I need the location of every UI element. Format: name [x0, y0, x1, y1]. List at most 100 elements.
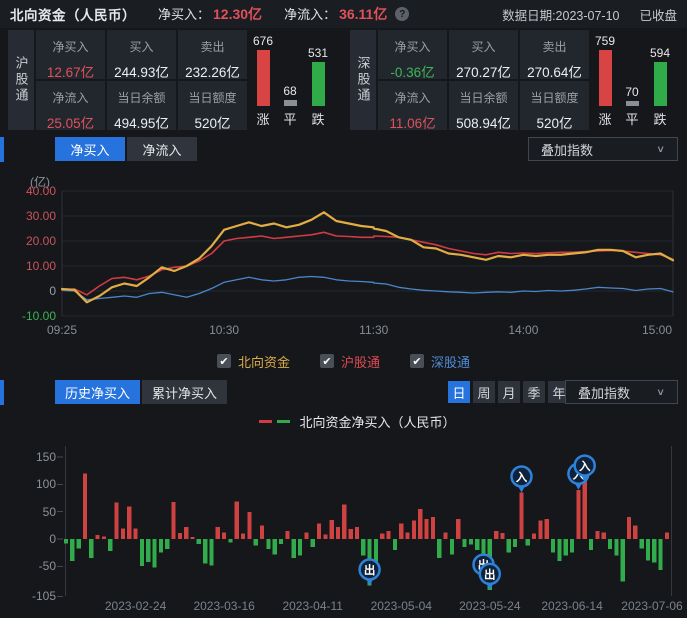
- overlay-index-label: 叠加指数: [541, 140, 593, 159]
- inflow-signal-pin: 入: [512, 467, 532, 493]
- svg-text:入: 入: [516, 471, 528, 484]
- header-bar: 北向资金（人民币） 净买入： 12.30亿 净流入： 36.11亿 ? 数据日期…: [0, 0, 687, 28]
- stat-cell: 净买入12.67亿: [36, 30, 105, 79]
- intraday-line-chart: (亿) 40.0030.0020.0010.000-10.0009:2510:3…: [0, 163, 687, 345]
- unchanged-bar: [284, 100, 297, 106]
- x-axis-tick-label: 11:30: [359, 323, 388, 337]
- x-axis-tick-label: 2023-05-04: [371, 599, 432, 613]
- stat-cell: 买入244.93亿: [107, 30, 176, 79]
- y-axis-tick-label: 30.00: [6, 209, 56, 223]
- x-axis-tick-label: 2023-03-16: [193, 599, 254, 613]
- stat-cell: 卖出232.26亿: [178, 30, 247, 79]
- line-chart-svg: [0, 163, 687, 345]
- period-week-button[interactable]: 周: [473, 381, 495, 403]
- overlay-index-label: 叠加指数: [578, 383, 630, 402]
- advancers-group: 759涨: [591, 30, 619, 126]
- net-buy-label: 净买入：: [158, 4, 210, 23]
- x-axis-tick-label: 14:00: [508, 323, 538, 337]
- shen-connect-tab-label: 深股通: [350, 30, 376, 130]
- help-icon[interactable]: ?: [395, 7, 409, 21]
- svg-text:出: 出: [484, 567, 496, 581]
- x-axis-tick-label: 15:00: [642, 323, 672, 337]
- bar-chart-svg: 出出出入入入: [0, 430, 687, 618]
- shen-advance-decline-chart: 759涨 70平 594跌: [589, 30, 684, 130]
- checkbox-checked-icon[interactable]: ✔: [217, 354, 231, 368]
- net-inflow-label: 净流入：: [284, 4, 336, 23]
- market-status: 已收盘: [639, 5, 677, 24]
- advancers-bar: [599, 50, 612, 106]
- tab-net-inflow[interactable]: 净流入: [127, 137, 197, 161]
- stat-cell: 当日余额508.94亿: [449, 81, 518, 130]
- y-axis-tick-label: 10.00: [6, 259, 56, 273]
- accent-bar: [0, 380, 4, 405]
- stat-cell: 净买入-0.36亿: [378, 30, 447, 79]
- unchanged-bar: [626, 101, 639, 106]
- x-axis-tick-label: 2023-05-24: [459, 599, 520, 613]
- stat-cell: 买入270.27亿: [449, 30, 518, 79]
- y-axis-tick-label: 100: [6, 477, 56, 491]
- y-axis-tick-label: 0: [6, 532, 56, 546]
- hu-connect-panel: 沪股通 净买入12.67亿 买入244.93亿 卖出232.26亿 净流入25.…: [8, 30, 342, 130]
- period-quarter-button[interactable]: 季: [523, 381, 545, 403]
- tab-net-buy[interactable]: 净买入: [55, 137, 125, 161]
- data-date: 数据日期:2023-07-10: [502, 5, 619, 24]
- outflow-signal-pin: 出: [360, 560, 380, 586]
- tab-cumulative-net-buy[interactable]: 累计净买入: [142, 380, 227, 404]
- hu-connect-tab-label: 沪股通: [8, 30, 34, 130]
- stat-cell: 当日额度520亿: [520, 81, 589, 130]
- x-axis-tick-label: 09:25: [47, 323, 77, 337]
- advancers-group: 676涨: [249, 30, 277, 126]
- checkbox-north-capital[interactable]: ✔ 北向资金: [217, 352, 290, 371]
- stat-cell: 卖出270.64亿: [520, 30, 589, 79]
- unchanged-group: 70平: [618, 30, 646, 126]
- y-axis-tick-label: 0: [6, 284, 56, 298]
- net-buy-stat: 净买入： 12.30亿: [158, 4, 262, 24]
- chevron-down-icon: ∨: [656, 386, 665, 397]
- advancers-bar: [257, 50, 270, 106]
- checkbox-label: 北向资金: [238, 352, 290, 371]
- net-inflow-stat: 净流入： 36.11亿: [284, 4, 387, 24]
- y-axis-tick-label: 150: [6, 450, 56, 464]
- x-axis-tick-label: 10:30: [209, 323, 239, 337]
- y-axis-tick-label: -105: [6, 589, 56, 603]
- series-legend-row: ✔ 北向资金 ✔ 沪股通 ✔ 深股通: [0, 348, 687, 374]
- decliners-group: 531跌: [304, 30, 332, 126]
- x-axis-tick-label: 2023-07-06: [621, 599, 682, 613]
- stat-cell: 当日余额494.95亿: [107, 81, 176, 130]
- net-buy-value: 12.30亿: [213, 4, 262, 24]
- checkbox-checked-icon[interactable]: ✔: [410, 354, 424, 368]
- checkbox-label: 深股通: [431, 352, 470, 371]
- unchanged-group: 68平: [276, 30, 304, 126]
- accent-bar: [0, 137, 4, 162]
- period-day-button[interactable]: 日: [448, 381, 470, 403]
- x-axis-tick-label: 2023-04-11: [282, 599, 343, 613]
- checkbox-checked-icon[interactable]: ✔: [320, 354, 334, 368]
- x-axis-tick-label: 2023-02-24: [105, 599, 166, 613]
- stat-cell: 净流入25.05亿: [36, 81, 105, 130]
- checkbox-hu-connect[interactable]: ✔ 沪股通: [320, 352, 380, 371]
- green-dash-icon: [277, 420, 290, 423]
- y-axis-tick-label: -50: [6, 559, 56, 573]
- page-title: 北向资金（人民币）: [10, 4, 136, 24]
- overlay-index-select[interactable]: 叠加指数 ∨: [565, 380, 678, 404]
- checkbox-shen-connect[interactable]: ✔ 深股通: [410, 352, 470, 371]
- intraday-tab-row: 净买入 净流入 叠加指数 ∨: [0, 137, 687, 162]
- red-dash-icon: [259, 420, 272, 423]
- header-right: 数据日期:2023-07-10 已收盘: [502, 5, 677, 24]
- y-axis-tick-label: 40.00: [6, 184, 56, 198]
- overlay-index-select[interactable]: 叠加指数 ∨: [528, 137, 678, 161]
- checkbox-label: 沪股通: [341, 352, 380, 371]
- history-tab-row: 历史净买入 累计净买入 日 周 月 季 年 叠加指数 ∨: [0, 380, 687, 405]
- y-axis-tick-label: 50: [6, 505, 56, 519]
- decliners-bar: [312, 62, 325, 106]
- stat-cell: 当日额度520亿: [178, 81, 247, 130]
- bar-chart-legend: 北向资金净买入（人民币）: [14, 412, 687, 430]
- decliners-bar: [654, 62, 667, 106]
- svg-text:入: 入: [579, 460, 591, 473]
- period-month-button[interactable]: 月: [498, 381, 520, 403]
- decliners-group: 594跌: [646, 30, 674, 126]
- northbound-capital-dashboard: 北向资金（人民币） 净买入： 12.30亿 净流入： 36.11亿 ? 数据日期…: [0, 0, 687, 618]
- stat-cell: 净流入11.06亿: [378, 81, 447, 130]
- tab-history-net-buy[interactable]: 历史净买入: [55, 380, 140, 404]
- net-inflow-value: 36.11亿: [339, 4, 387, 24]
